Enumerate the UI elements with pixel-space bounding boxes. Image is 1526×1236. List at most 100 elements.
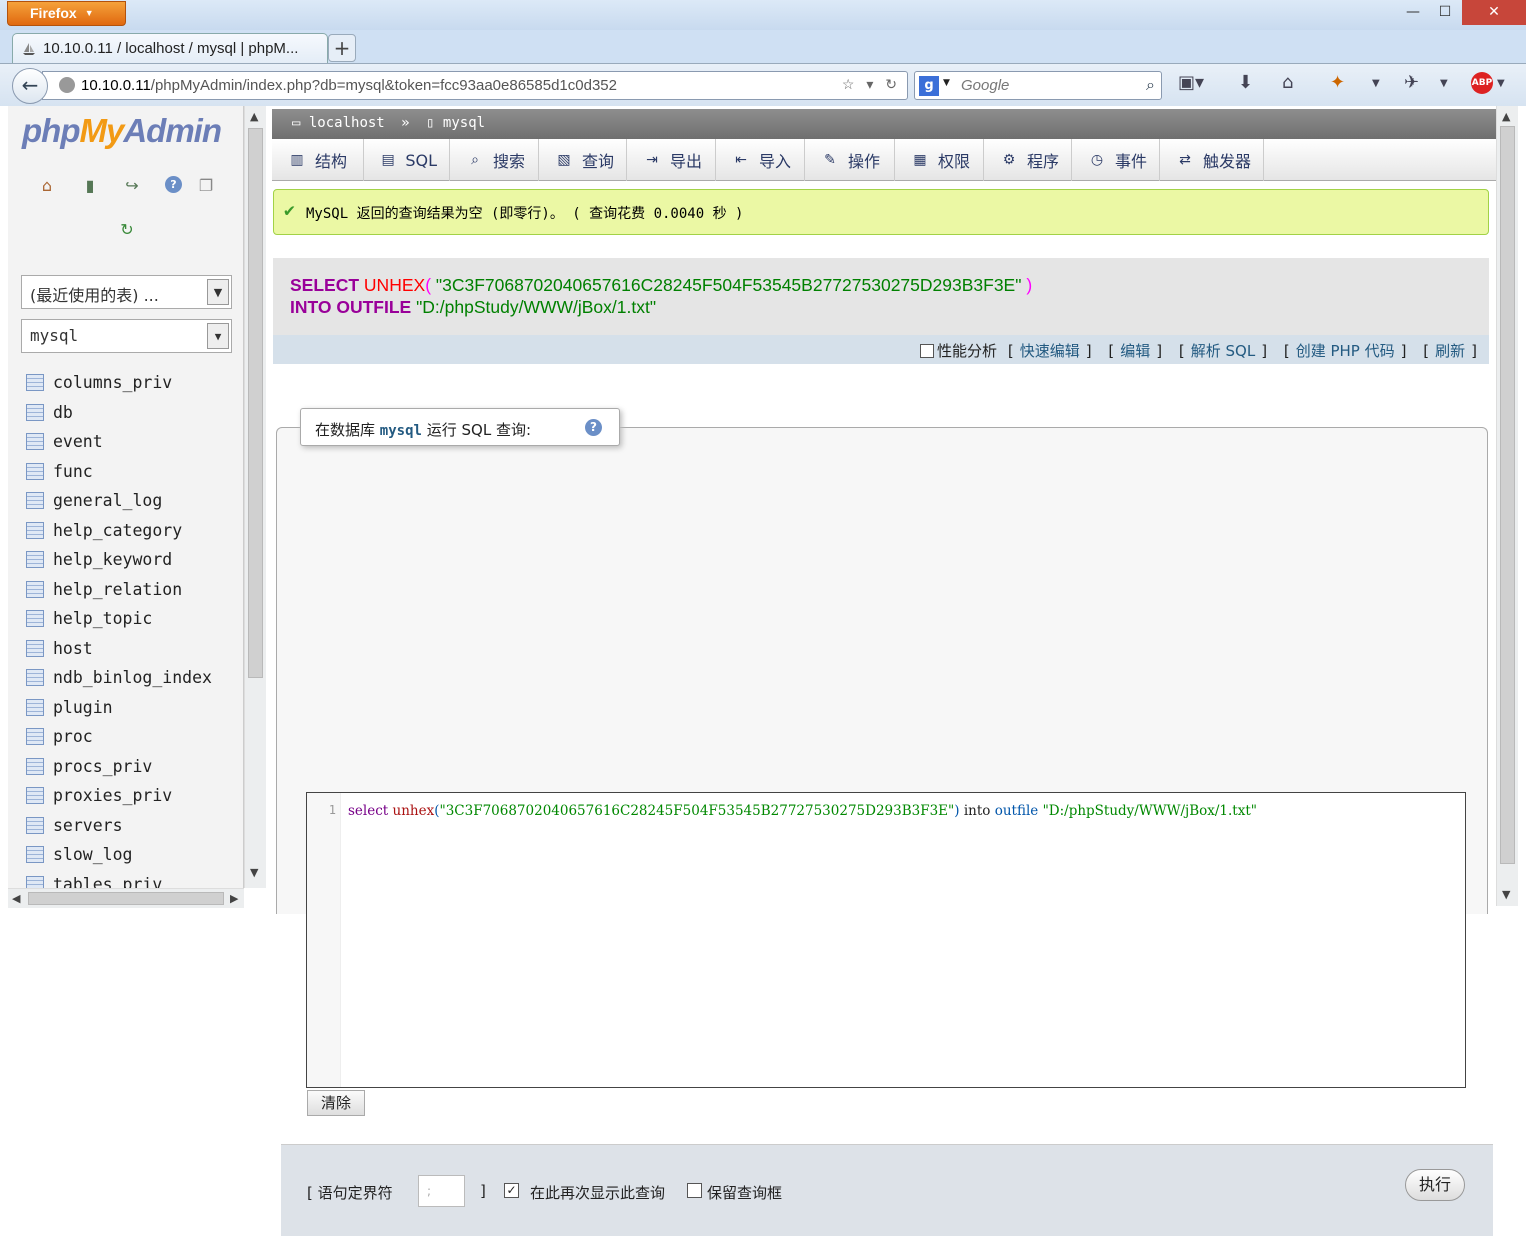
tab-export[interactable]: ⇥ 导出 xyxy=(627,139,716,181)
edit-link[interactable]: 编辑 xyxy=(1120,342,1150,360)
table-icon[interactable] xyxy=(26,403,44,421)
sidebar-table-proc[interactable]: proc xyxy=(26,722,212,752)
engine-dropdown-icon[interactable]: ▼ xyxy=(943,78,950,88)
phpmyadmin-logo[interactable]: phpMyAdmin xyxy=(22,112,222,150)
reload-icon[interactable]: ↻ xyxy=(118,220,136,239)
refresh-link[interactable]: 刷新 xyxy=(1435,342,1465,360)
table-name[interactable]: help_keyword xyxy=(53,550,172,569)
sidebar-table-help-topic[interactable]: help_topic xyxy=(26,604,212,634)
table-name[interactable]: db xyxy=(53,403,73,422)
table-icon[interactable] xyxy=(26,492,44,510)
tab-query[interactable]: ▧ 查询 xyxy=(539,139,627,181)
sql-code[interactable]: select unhex("3C3F7068702040657616C28245… xyxy=(348,803,1257,819)
url-bar[interactable]: 10.10.0.11/phpMyAdmin/index.php?db=mysql… xyxy=(42,71,908,100)
table-icon[interactable] xyxy=(26,846,44,864)
minimize-button[interactable]: — xyxy=(1396,0,1430,25)
breadcrumb-server[interactable]: localhost xyxy=(309,115,385,131)
table-icon[interactable] xyxy=(26,610,44,628)
home-icon[interactable]: ⌂ xyxy=(1282,72,1293,93)
go-button[interactable]: 执行 xyxy=(1405,1169,1465,1201)
sidebar-table-host[interactable]: host xyxy=(26,634,212,664)
search-icon[interactable]: ⌕ xyxy=(1146,75,1155,95)
tab-events[interactable]: ◷ 事件 xyxy=(1072,139,1160,181)
show-again-checkbox[interactable]: ✓ xyxy=(504,1183,519,1198)
sidebar-table-func[interactable]: func xyxy=(26,457,212,487)
home-icon[interactable]: ⌂ xyxy=(38,176,56,195)
inline-edit-link[interactable]: 快速编辑 xyxy=(1020,342,1080,360)
table-name[interactable]: slow_log xyxy=(53,845,132,864)
table-icon[interactable] xyxy=(26,433,44,451)
firebug-icon[interactable]: ✦ xyxy=(1330,72,1345,93)
new-tab-button[interactable]: + xyxy=(328,34,356,62)
table-name[interactable]: proc xyxy=(53,727,93,746)
table-name[interactable]: proxies_priv xyxy=(53,786,172,805)
help-icon[interactable]: ? xyxy=(585,419,602,436)
table-name[interactable]: help_relation xyxy=(53,580,182,599)
table-icon[interactable] xyxy=(26,728,44,746)
sidebar-vertical-scrollbar[interactable]: ▲ ▼ xyxy=(244,106,266,888)
table-icon[interactable] xyxy=(26,580,44,598)
downloads-icon[interactable]: ⬇ xyxy=(1238,72,1253,93)
table-name[interactable]: help_category xyxy=(53,521,182,540)
sidebar-table-procs-priv[interactable]: procs_priv xyxy=(26,752,212,782)
table-name[interactable]: general_log xyxy=(53,491,162,510)
table-icon[interactable] xyxy=(26,816,44,834)
help-icon[interactable]: ? xyxy=(165,176,182,193)
sidebar-table-help-category[interactable]: help_category xyxy=(26,516,212,546)
maximize-button[interactable]: ☐ xyxy=(1428,0,1462,25)
browser-tab[interactable]: 10.10.0.11 / localhost / mysql | phpM... xyxy=(12,33,328,63)
exit-icon[interactable]: ▮ xyxy=(81,176,99,195)
table-name[interactable]: procs_priv xyxy=(53,757,152,776)
sidebar-table-columns-priv[interactable]: columns_priv xyxy=(26,368,212,398)
sidebar-table-db[interactable]: db xyxy=(26,398,212,428)
documentation-icon[interactable]: ❐ xyxy=(197,176,215,195)
explain-sql-link[interactable]: 解析 SQL xyxy=(1191,342,1255,360)
menu-dropdown-icon[interactable]: ▼ xyxy=(1497,78,1505,89)
table-icon[interactable] xyxy=(26,875,44,888)
retain-box-checkbox[interactable] xyxy=(687,1183,702,1198)
tab-search[interactable]: ⌕ 搜索 xyxy=(450,139,539,181)
table-name[interactable]: event xyxy=(53,432,103,451)
breadcrumb-database[interactable]: mysql xyxy=(443,115,485,131)
table-icon[interactable] xyxy=(26,551,44,569)
tab-import[interactable]: ⇤ 导入 xyxy=(716,139,805,181)
main-vertical-scrollbar[interactable]: ▲ ▼ xyxy=(1496,106,1518,906)
tab-operations[interactable]: ✎ 操作 xyxy=(805,139,895,181)
menu-dropdown-icon[interactable]: ▼ xyxy=(1440,78,1448,89)
table-icon[interactable] xyxy=(26,757,44,775)
table-icon[interactable] xyxy=(26,374,44,392)
close-window-button[interactable]: ✕ xyxy=(1462,0,1526,25)
database-select[interactable]: mysql ▼ xyxy=(21,319,232,353)
back-button[interactable]: ← xyxy=(12,68,48,104)
sidebar-table-general-log[interactable]: general_log xyxy=(26,486,212,516)
profiling-checkbox[interactable] xyxy=(920,344,935,358)
sidebar-table-help-keyword[interactable]: help_keyword xyxy=(26,545,212,575)
adblock-icon[interactable]: ABP xyxy=(1471,72,1493,94)
google-icon[interactable]: g xyxy=(919,76,939,96)
sidebar-table-servers[interactable]: servers xyxy=(26,811,212,841)
addon-icon[interactable]: ✈ xyxy=(1404,72,1419,93)
search-box[interactable]: g ▼ Google ⌕ xyxy=(914,71,1162,100)
sidebar-table-tables-priv[interactable]: tables_priv xyxy=(26,870,212,888)
sql-editor[interactable]: 1 select unhex("3C3F7068702040657616C282… xyxy=(306,792,1466,1088)
sidebar-table-slow-log[interactable]: slow_log xyxy=(26,840,212,870)
table-name[interactable]: help_topic xyxy=(53,609,152,628)
sidebar-table-help-relation[interactable]: help_relation xyxy=(26,575,212,605)
recent-tables-select[interactable]: (最近使用的表) ... ▼ xyxy=(21,275,232,309)
sidebar-table-ndb-binlog-index[interactable]: ndb_binlog_index xyxy=(26,663,212,693)
menu-dropdown-icon[interactable]: ▼ xyxy=(1372,78,1380,89)
table-name[interactable]: tables_priv xyxy=(53,875,162,888)
table-icon[interactable] xyxy=(26,787,44,805)
table-icon[interactable] xyxy=(26,462,44,480)
create-php-code-link[interactable]: 创建 PHP 代码 xyxy=(1296,342,1395,360)
firefox-menu-button[interactable]: Firefox ▼ xyxy=(7,1,126,26)
tab-privileges[interactable]: ▦ 权限 xyxy=(895,139,984,181)
table-name[interactable]: host xyxy=(53,639,93,658)
sidebar-table-plugin[interactable]: plugin xyxy=(26,693,212,723)
bookmarks-icon[interactable]: ▣▾ xyxy=(1178,72,1204,93)
tab-sql[interactable]: ▤ SQL xyxy=(364,139,450,181)
sidebar-table-event[interactable]: event xyxy=(26,427,212,457)
table-name[interactable]: servers xyxy=(53,816,123,835)
sidebar-horizontal-scrollbar[interactable]: ◀ ▶ xyxy=(8,888,244,908)
table-icon[interactable] xyxy=(26,698,44,716)
